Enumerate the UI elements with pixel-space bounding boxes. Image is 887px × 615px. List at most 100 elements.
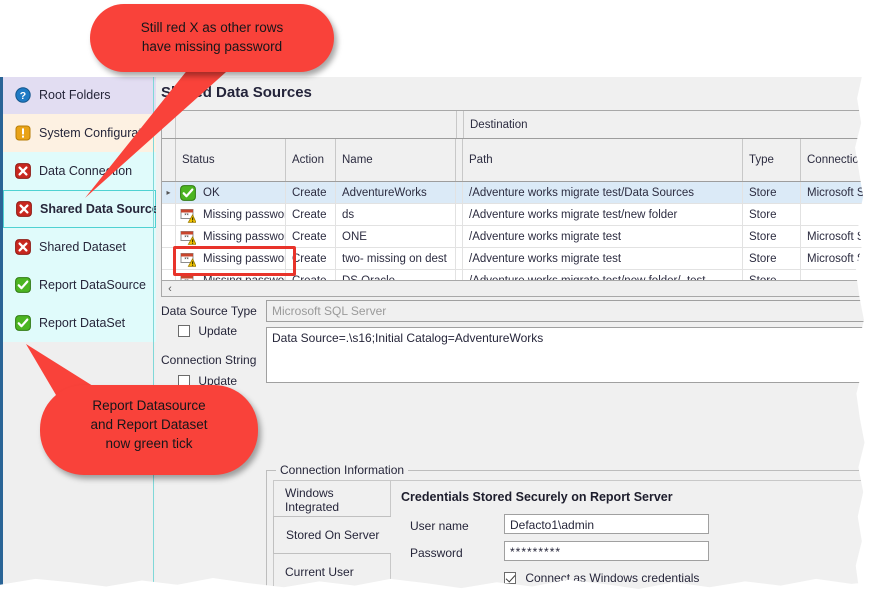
grid-column-header-row: Status Action Name Path Type Connection … [162,139,873,182]
grid-header-connection-type[interactable]: Connection T· [801,139,873,181]
table-row[interactable]: ** Missing password Create two- missing … [162,248,873,270]
warning-exclamation-icon [15,125,31,141]
data-source-type-update-label: Update [198,324,238,338]
callout-bottom-line1: Report Datasource [92,398,206,413]
row-action: Create [286,204,336,225]
success-check-icon [15,277,31,293]
data-source-type-value: Microsoft SQL Server [266,300,873,322]
table-row[interactable]: ▸ OK Create AdventureWorks /Adventure wo… [162,182,873,204]
grid-header-type[interactable]: Type [743,139,801,181]
row-name: AdventureWorks [336,182,456,203]
grid-group-header-gap [457,111,464,138]
row-gap [456,248,463,269]
svg-text:**: ** [184,213,189,219]
callout-bottom-line2: and Report Dataset [90,417,208,432]
sidebar-item-report-dataset[interactable]: Report DataSet [3,304,156,342]
svg-text:**: ** [184,235,189,241]
row-status: ** Missing password [176,248,286,269]
row-connection-type [801,204,873,225]
callout-top-line2: have missing password [141,39,283,54]
callout-top: Still red X as other rows have missing p… [90,4,334,72]
error-x-icon [15,163,31,179]
row-path: /Adventure works migrate test/new folder [463,204,743,225]
table-row[interactable]: ** Missing password Create ONE /Adventur… [162,226,873,248]
tab-label: Windows Integrated [285,486,340,514]
sidebar-item-label: Report DataSet [39,316,126,330]
row-action: Create [286,182,336,203]
data-source-type-update-row[interactable]: Update [178,324,237,338]
tab-windows-integrated[interactable]: Windows Integrated [273,481,391,519]
row-type: Store [743,226,801,247]
tab-not-required[interactable]: Not Required [273,588,391,604]
row-path: /Adventure works migrate test [463,226,743,247]
sidebar-item-label: Report DataSource [39,278,147,292]
row-type: Store [743,182,801,203]
password-field[interactable]: ********* [504,541,709,561]
svg-text:**: ** [184,257,189,263]
row-path: /Adventure works migrate test/Data Sourc… [463,182,743,203]
username-field[interactable]: Defacto1\admin [504,514,709,534]
row-connection-type: Microsoft SQL [807,252,873,265]
password-label: Password [410,546,463,560]
impersonate-label: Impersonate the authenticated user after… [525,593,803,604]
tab-label: Not Required [285,600,356,604]
connection-string-label: Connection String [161,353,257,367]
tab-label: Stored On Server [286,528,380,542]
data-source-type-update-checkbox[interactable] [178,325,190,337]
connect-as-windows-row[interactable]: Connect as Windows credentials [504,571,699,585]
row-connection-type: Microsoft SC [801,182,873,203]
callout-bottom-line3: now green tick [105,436,193,451]
credentials-panel: Credentials Stored Securely on Report Se… [391,480,871,604]
sidebar-item-label: Shared Data Source [40,202,159,216]
missing-password-icon: ** [180,251,196,267]
tab-stored-on-server[interactable]: Stored On Server [273,516,391,554]
row-gap [456,204,463,225]
callout-bottom: Report Datasource and Report Dataset now… [40,385,258,475]
row-type: Store [743,248,801,269]
scroll-left-arrow-icon[interactable]: ‹ [162,283,178,295]
row-name: ONE [336,226,456,247]
row-path: /Adventure works migrate test [463,248,743,269]
grid-header-name[interactable]: Name [336,139,456,181]
row-status-label: Missing password [203,230,286,243]
tab-current-user[interactable]: Current User [273,553,391,591]
error-x-icon [16,201,32,217]
table-row[interactable]: ** Missing password Create ds /Adventure… [162,204,873,226]
grid-header-gap [456,139,463,181]
connection-information-title: Connection Information [276,463,409,477]
data-source-type-label: Data Source Type [161,304,257,318]
row-gap [456,182,463,203]
grid-header-path[interactable]: Path [463,139,743,181]
sidebar-item-label: Shared Dataset [39,240,126,254]
row-type: Store [743,204,801,225]
error-x-icon [15,239,31,255]
missing-password-icon: ** [180,207,196,223]
row-status: ** Missing password [176,204,286,225]
credentials-title: Credentials Stored Securely on Report Se… [401,490,673,504]
success-check-icon [15,315,31,331]
sidebar-item-shared-dataset[interactable]: Shared Dataset [3,228,156,266]
grid-group-header-row: Destination [162,111,873,139]
grid-horizontal-scrollbar[interactable]: ‹ [161,280,873,297]
impersonate-checkbox[interactable] [504,594,516,604]
tab-label: Current User [285,565,354,579]
main-content-panel: Shared Data Sources Destination Status A… [153,76,873,604]
shared-data-sources-grid[interactable]: Destination Status Action Name Path Type… [161,110,873,281]
row-status-label: Missing password [203,252,286,265]
grid-group-header-destination: Destination [470,118,528,131]
sidebar-item-report-datasource[interactable]: Report DataSource [3,266,156,304]
row-name: two- missing on dest [336,248,456,269]
connect-as-windows-label: Connect as Windows credentials [525,571,700,585]
row-connection-type: Microsoft SQL [807,230,873,243]
row-gap [456,226,463,247]
row-name: ds [336,204,456,225]
row-indicator [162,226,176,247]
svg-text:?: ? [20,90,26,102]
row-status: ** Missing password [176,226,286,247]
connect-as-windows-checkbox[interactable] [504,572,516,584]
connection-string-textarea[interactable]: Data Source=.\s16;Initial Catalog=Advent… [266,327,873,383]
row-indicator [162,204,176,225]
grid-header-action[interactable]: Action [286,139,336,181]
impersonate-row[interactable]: Impersonate the authenticated user after… [504,593,803,604]
missing-password-icon: ** [180,229,196,245]
